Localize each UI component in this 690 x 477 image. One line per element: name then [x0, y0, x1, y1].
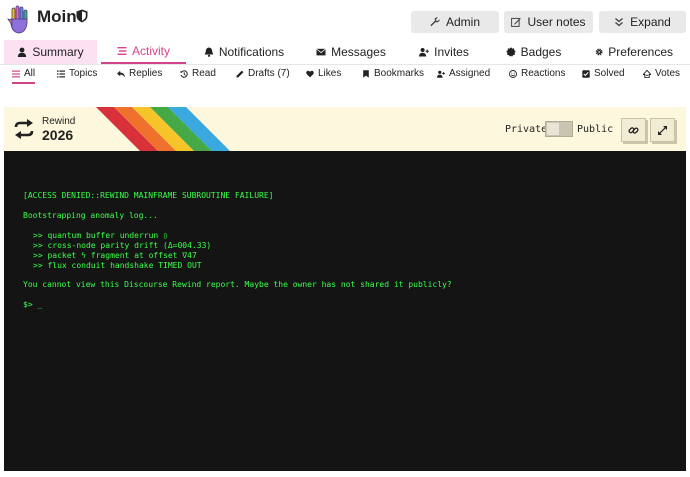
filter-likes-label: Likes: [318, 68, 342, 79]
user-notes-label: User notes: [527, 15, 586, 29]
filter-votes[interactable]: Votes: [643, 68, 680, 79]
rainbow-stripes: [96, 107, 230, 151]
edit-icon: [511, 17, 522, 27]
certificate-icon: [505, 47, 516, 57]
filter-reactions-label: Reactions: [521, 68, 566, 79]
check-square-icon: [582, 69, 590, 78]
tab-preferences[interactable]: Preferences: [595, 40, 673, 64]
terminal-access-message: You cannot view this Discourse Rewind re…: [23, 280, 452, 289]
link-icon: [628, 126, 639, 134]
hand-avatar-icon[interactable]: [6, 5, 32, 35]
tab-activity-label: Activity: [131, 44, 170, 58]
wrench-icon: [430, 17, 440, 27]
terminal-log-line: >> flux conduit handshake TIMED OUT: [33, 261, 202, 270]
expand-label: Expand: [630, 15, 671, 29]
envelope-icon: [316, 48, 326, 56]
terminal-log-line: >> packet ϟ fragment at offset ∇47: [33, 251, 197, 260]
filter-replies-label: Replies: [129, 68, 163, 79]
tab-messages-label: Messages: [331, 45, 386, 59]
filter-solved-label: Solved: [594, 68, 625, 79]
filter-likes[interactable]: Likes: [306, 68, 341, 79]
rewind-repeat-icon: [14, 119, 34, 139]
tab-activity[interactable]: Activity: [101, 40, 186, 64]
rewind-label: Rewind: [42, 116, 76, 127]
tab-preferences-label: Preferences: [608, 45, 673, 59]
admin-button[interactable]: Admin: [411, 11, 499, 33]
primary-nav: Summary Activity Notifications Messages …: [0, 40, 690, 65]
rewind-year: 2026: [42, 127, 74, 143]
filter-read-label: Read: [192, 68, 216, 79]
filter-read[interactable]: Read: [180, 68, 216, 79]
tab-summary-label: Summary: [32, 45, 84, 59]
terminal-title: [ACCESS DENIED::REWIND MAINFRAME SUBROUT…: [23, 191, 274, 200]
list-icon: [12, 70, 20, 77]
filter-solved[interactable]: Solved: [582, 68, 625, 79]
tab-badges-label: Badges: [520, 45, 562, 59]
filter-bookmarks[interactable]: Bookmarks: [362, 68, 424, 79]
filter-reactions[interactable]: Reactions: [509, 68, 565, 79]
pencil-icon: [236, 70, 244, 78]
tab-badges[interactable]: Badges: [501, 40, 566, 64]
filter-all[interactable]: All: [12, 68, 36, 84]
tab-summary[interactable]: Summary: [4, 40, 97, 64]
filter-replies[interactable]: Replies: [117, 68, 162, 79]
privacy-toggle[interactable]: [545, 121, 573, 137]
tab-invites-label: Invites: [434, 45, 469, 59]
list-ul-icon: [57, 69, 65, 78]
tab-invites[interactable]: Invites: [413, 40, 475, 64]
votes-icon: [643, 69, 651, 78]
terminal-boot-line: Bootstrapping anomaly log...: [23, 211, 158, 220]
bell-icon: [204, 47, 214, 57]
filter-topics[interactable]: Topics: [57, 68, 97, 79]
shield-icon: [76, 9, 88, 23]
history-icon: [180, 69, 188, 78]
public-label: Public: [577, 124, 614, 135]
fullscreen-button[interactable]: [650, 118, 675, 142]
user-header: Moin Admin User notes Expand: [0, 0, 690, 40]
smile-icon: [509, 69, 517, 78]
user-notes-button[interactable]: User notes: [504, 11, 593, 33]
stream-icon: [117, 47, 127, 55]
tab-notifications-label: Notifications: [218, 45, 285, 59]
tab-messages[interactable]: Messages: [309, 40, 393, 64]
admin-label: Admin: [445, 15, 480, 29]
expand-arrows-icon: [658, 125, 667, 135]
terminal-log-line: >> cross-node parity drift (Δ=004.33): [33, 241, 212, 250]
privacy-toggle-knob: [547, 123, 559, 135]
reply-icon: [117, 70, 125, 77]
filter-all-label: All: [24, 68, 36, 79]
filter-bookmarks-label: Bookmarks: [374, 68, 425, 79]
activity-filter-nav: All Topics Replies Read Drafts (7) Likes…: [0, 65, 690, 87]
copy-link-button[interactable]: [621, 118, 646, 142]
bookmark-icon: [363, 69, 369, 78]
gear-icon: [595, 48, 603, 56]
user-icon: [18, 47, 27, 57]
rewind-terminal: [ACCESS DENIED::REWIND MAINFRAME SUBROUT…: [4, 151, 686, 471]
expand-button[interactable]: Expand: [599, 11, 686, 33]
filter-votes-label: Votes: [655, 68, 681, 79]
heart-icon: [306, 70, 314, 77]
user-plus-icon: [419, 48, 430, 57]
filter-drafts[interactable]: Drafts (7): [236, 68, 290, 79]
filter-drafts-label: Drafts (7): [248, 68, 290, 79]
filter-assigned-label: Assigned: [449, 68, 491, 79]
username: Moin: [37, 7, 77, 26]
private-label: Private: [505, 124, 548, 135]
rewind-banner: Rewind 2026 Private Public: [4, 107, 686, 151]
tab-notifications[interactable]: Notifications: [200, 40, 288, 64]
chevrons-down-icon: [615, 17, 624, 27]
terminal-log-line: >> quantum buffer underrun ▯: [33, 231, 168, 240]
user-plus-icon: [437, 70, 445, 78]
filter-assigned[interactable]: Assigned: [437, 68, 490, 79]
terminal-prompt[interactable]: $> _: [23, 300, 42, 309]
filter-topics-label: Topics: [69, 68, 98, 79]
